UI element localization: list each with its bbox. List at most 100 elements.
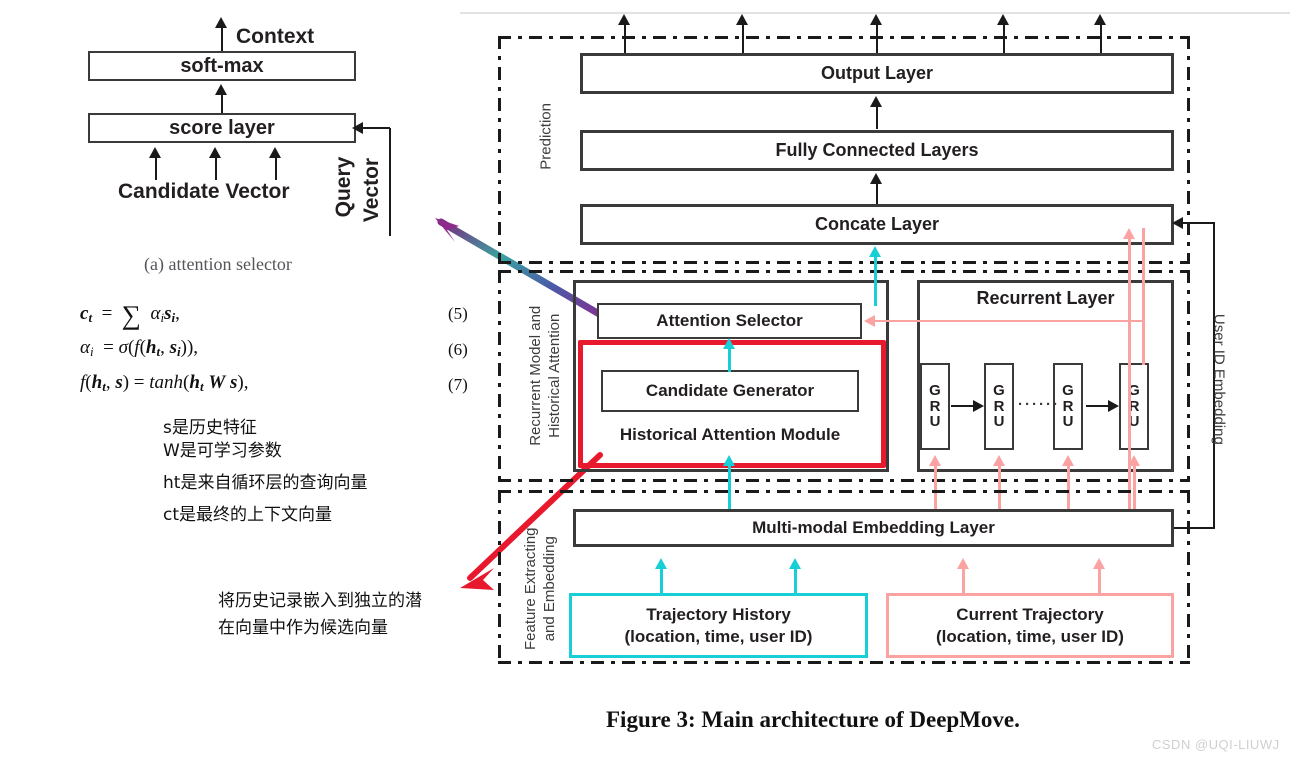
historical-attention-module-label: Historical Attention Module (619, 425, 841, 444)
output-arrow-4-head (997, 14, 1009, 25)
embedding-to-gru-3-head (1062, 455, 1074, 466)
region-recurrent-attention-line2: Historical Attention (545, 313, 563, 438)
candidate-to-attention-shaft (728, 348, 731, 372)
score-to-softmax-shaft (221, 92, 223, 114)
recurrent-feed-vertical (1142, 228, 1145, 365)
soft-max-box: soft-max (88, 51, 356, 81)
embedding-to-candidate-head (723, 455, 735, 466)
output-layer-box: Output Layer (580, 53, 1174, 94)
equation-6: αi = σ(f(ht, si)), (80, 337, 199, 359)
context-label: Context (236, 25, 315, 48)
output-arrow-5-head (1094, 14, 1106, 25)
equation-5: ct = ∑ αisi, (80, 300, 180, 330)
current-trajectory-sub: (location, time, user ID) (936, 626, 1124, 646)
candidate-arrow-3-shaft (275, 155, 277, 180)
recurrent-layer-label: Recurrent Layer (976, 288, 1115, 308)
recurrent-to-attention-head (864, 315, 875, 327)
concat-to-fc-shaft (876, 181, 878, 206)
score-to-softmax-head (215, 84, 227, 95)
candidate-generator-box: Candidate Generator (601, 370, 859, 412)
candidate-generator-label: Candidate Generator (645, 381, 815, 401)
gru-link-2-head (1108, 400, 1119, 412)
candidate-to-attention-head (723, 338, 735, 349)
embedding-to-concat-head (1123, 228, 1135, 239)
red-note-line-2: 在向量中作为候选向量 (218, 618, 388, 638)
annotation-line-3: ht是来自循环层的查询向量 (163, 473, 368, 493)
attention-selector-label: Attention Selector (656, 311, 803, 331)
region-recurrent-attention-label: Recurrent Model and Historical Attention (527, 283, 565, 468)
concate-layer-label: Concate Layer (814, 214, 940, 235)
fc-to-output-shaft (876, 104, 878, 129)
annotation-line-1: s是历史特征 (163, 418, 257, 438)
watermark: CSDN @UQI-LIUWJ (1152, 737, 1280, 752)
equation-6-number: (6) (448, 340, 468, 359)
gru-cell-2-g: G (993, 381, 1005, 399)
region-user-id-embedding-label: User ID Embedding (1210, 313, 1228, 445)
gru-ellipsis: ······ (1018, 396, 1060, 413)
current-trajectory-box: Current Trajectory (location, time, user… (886, 593, 1174, 658)
candidate-arrow-3-head (269, 147, 281, 158)
multimodal-embedding-box: Multi-modal Embedding Layer (573, 509, 1174, 547)
gru-cell-2-r: R (993, 397, 1005, 415)
fully-connected-layers-label: Fully Connected Layers (775, 140, 979, 161)
userid-bottom-connector (1174, 527, 1215, 529)
gru-link-1-shaft (951, 405, 975, 407)
attention-to-concat-shaft (874, 256, 877, 306)
recurrent-to-attention-line (875, 320, 1143, 322)
history-input-arrow-2-shaft (794, 568, 797, 594)
trajectory-history-sub: (location, time, user ID) (624, 626, 813, 646)
candidate-arrow-1-head (149, 147, 161, 158)
region-recurrent-attention-line1: Recurrent Model and (526, 305, 544, 446)
gru-cell-2-u: U (993, 413, 1005, 431)
current-input-arrow-2-shaft (1098, 568, 1101, 594)
gru-link-1-head (973, 400, 984, 412)
gru-cell-3-g: G (1062, 381, 1074, 399)
figure-caption: Figure 3: Main architecture of DeepMove. (606, 707, 1020, 732)
gru-cell-1-r: R (929, 397, 941, 415)
output-arrow-1-head (618, 14, 630, 25)
fully-connected-layers-box: Fully Connected Layers (580, 130, 1174, 171)
candidate-arrow-1-shaft (155, 155, 157, 180)
embedding-to-concat-shaft (1128, 238, 1131, 510)
current-trajectory-title: Current Trajectory (956, 605, 1104, 625)
annotation-line-2: W是可学习参数 (163, 441, 282, 461)
equation-7-number: (7) (448, 375, 468, 394)
gru-cell-4: G R U (1119, 363, 1149, 450)
history-input-arrow-2-head (789, 558, 801, 569)
gru-cell-1-u: U (929, 413, 941, 431)
attention-selector-box: Attention Selector (597, 303, 862, 339)
context-arrow-head (215, 17, 227, 28)
current-input-arrow-2-head (1093, 558, 1105, 569)
history-input-arrow-1-shaft (660, 568, 663, 594)
region-feature-extracting-label: Feature Extracting and Embedding (522, 501, 560, 676)
concat-to-fc-head (870, 173, 882, 184)
gru-cell-1: G R U (920, 363, 950, 450)
query-vector-shaft (389, 128, 391, 236)
current-input-arrow-1-head (957, 558, 969, 569)
gru-cell-2: G R U (984, 363, 1014, 450)
attention-to-concat-head (869, 246, 881, 257)
region-feature-line1: Feature Extracting (521, 527, 539, 651)
gru-link-2-shaft (1086, 405, 1110, 407)
equation-7: f(ht, s) = tanh(ht W s), (80, 372, 249, 394)
embedding-to-gru-1-head (929, 455, 941, 466)
userid-arrow-head (1172, 217, 1183, 229)
output-arrow-2-head (736, 14, 748, 25)
soft-max-label: soft-max (180, 54, 264, 77)
score-layer-label: score layer (169, 116, 275, 139)
attention-selector-subcaption: (a) attention selector (144, 254, 292, 274)
concate-layer-box: Concate Layer (580, 204, 1174, 245)
userid-top-connector (1180, 222, 1215, 224)
trajectory-history-title: Trajectory History (646, 605, 791, 625)
query-vector-head (352, 122, 363, 134)
multimodal-embedding-label: Multi-modal Embedding Layer (752, 518, 995, 538)
candidate-vector-label: Candidate Vector (118, 180, 290, 203)
embedding-to-gru-4-head (1128, 455, 1140, 466)
fc-to-output-head (870, 96, 882, 107)
history-input-arrow-1-head (655, 558, 667, 569)
red-note-line-1: 将历史记录嵌入到独立的潜 (218, 591, 422, 611)
gru-cell-3-r: R (1062, 397, 1074, 415)
gru-cell-3-u: U (1062, 413, 1074, 431)
output-arrow-3-head (870, 14, 882, 25)
gru-cell-1-g: G (929, 381, 941, 399)
